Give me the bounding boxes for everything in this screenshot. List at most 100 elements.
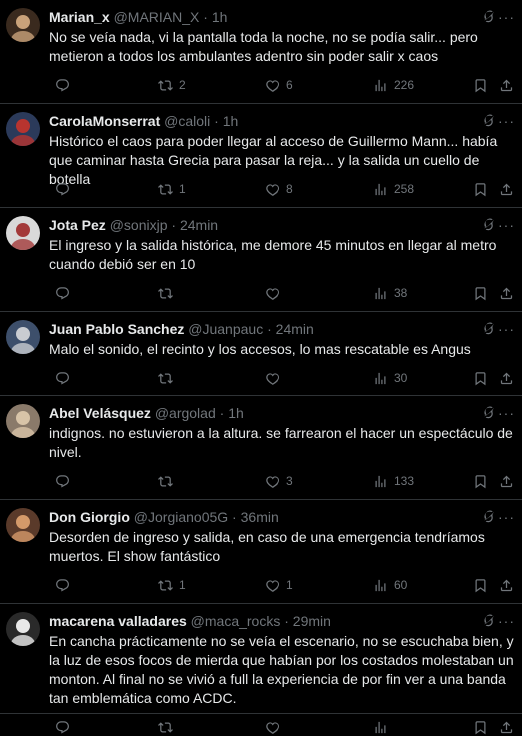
display-name[interactable]: Jota Pez	[49, 217, 106, 233]
more-icon[interactable]: ···	[498, 613, 514, 629]
grok-icon[interactable]	[479, 406, 495, 421]
like-button[interactable]: 3	[259, 472, 293, 490]
display-name[interactable]: Abel Velásquez	[49, 405, 151, 421]
like-button[interactable]	[259, 284, 286, 302]
views-button[interactable]: 226	[367, 76, 414, 94]
bookmark-button[interactable]	[467, 76, 488, 94]
display-name[interactable]: CarolaMonserrat	[49, 113, 160, 129]
username[interactable]: @sonixjp	[110, 217, 168, 233]
share-button[interactable]	[493, 76, 514, 94]
avatar[interactable]	[6, 508, 40, 542]
views-button[interactable]	[367, 718, 394, 736]
like-button-count: 8	[286, 182, 293, 196]
tweet[interactable]: Abel Velásquez @argolad · 1h ··· indignos.…	[0, 396, 522, 500]
like-icon	[265, 286, 280, 301]
avatar[interactable]	[6, 112, 40, 146]
retweet-button[interactable]: 2	[152, 76, 186, 94]
share-button[interactable]	[493, 576, 514, 594]
like-button[interactable]: 8	[259, 180, 293, 198]
action-bar	[49, 718, 514, 736]
reply-button[interactable]	[49, 472, 76, 490]
retweet-button[interactable]: 1	[152, 576, 186, 594]
retweet-button[interactable]	[152, 284, 179, 302]
username[interactable]: @argolad	[155, 405, 216, 421]
reply-button[interactable]	[49, 284, 76, 302]
bookmark-button[interactable]	[467, 369, 488, 387]
like-button-count: 3	[286, 474, 293, 488]
retweet-button[interactable]	[152, 369, 179, 387]
like-button[interactable]: 1	[259, 576, 293, 594]
grok-icon[interactable]	[479, 510, 495, 525]
bookmark-button[interactable]	[467, 576, 488, 594]
reply-button[interactable]	[49, 369, 76, 387]
retweet-button[interactable]	[152, 718, 179, 736]
avatar[interactable]	[6, 404, 40, 438]
tweet-header: Don Giorgio @Jorgiano05G · 36min	[49, 508, 482, 526]
tweet[interactable]: Juan Pablo Sanchez @Juanpauc · 24min ··· M…	[0, 312, 522, 396]
reply-button[interactable]	[49, 180, 76, 198]
grok-icon[interactable]	[479, 322, 495, 337]
share-button[interactable]	[493, 284, 514, 302]
bookmark-icon	[473, 78, 488, 93]
views-button[interactable]: 258	[367, 180, 414, 198]
avatar[interactable]	[6, 216, 40, 250]
timestamp[interactable]: 29min	[293, 613, 331, 629]
timestamp[interactable]: 1h	[212, 9, 228, 25]
more-icon[interactable]: ···	[498, 321, 514, 337]
more-icon[interactable]: ···	[498, 217, 514, 233]
grok-icon[interactable]	[479, 10, 495, 25]
views-button-count: 133	[394, 474, 415, 488]
username[interactable]: @caloli	[164, 113, 210, 129]
timestamp[interactable]: 1h	[223, 113, 239, 129]
timestamp[interactable]: 1h	[228, 405, 244, 421]
bookmark-button[interactable]	[467, 180, 488, 198]
retweet-button[interactable]	[152, 472, 179, 490]
reply-button[interactable]	[49, 76, 76, 94]
display-name[interactable]: Don Giorgio	[49, 509, 130, 525]
views-button[interactable]: 38	[367, 284, 407, 302]
timestamp[interactable]: 24min	[180, 217, 218, 233]
username[interactable]: @maca_rocks	[191, 613, 281, 629]
bookmark-button[interactable]	[467, 472, 488, 490]
more-icon[interactable]: ···	[498, 113, 514, 129]
bookmark-button[interactable]	[467, 284, 488, 302]
views-button[interactable]: 30	[367, 369, 407, 387]
grok-icon[interactable]	[479, 218, 495, 233]
share-icon	[499, 78, 514, 93]
avatar[interactable]	[6, 612, 40, 646]
views-button[interactable]: 133	[367, 472, 414, 490]
display-name[interactable]: macarena valladares	[49, 613, 187, 629]
grok-icon[interactable]	[479, 114, 495, 129]
reply-button[interactable]	[49, 718, 76, 736]
views-button[interactable]: 60	[367, 576, 407, 594]
share-button[interactable]	[493, 369, 514, 387]
like-button[interactable]	[259, 369, 286, 387]
timestamp[interactable]: 36min	[241, 509, 279, 525]
avatar[interactable]	[6, 8, 40, 42]
reply-button[interactable]	[49, 576, 76, 594]
share-button[interactable]	[493, 718, 514, 736]
username[interactable]: @Jorgiano05G	[134, 509, 228, 525]
display-name[interactable]: Marian_x	[49, 9, 110, 25]
username[interactable]: @Juanpauc	[188, 321, 263, 337]
tweet[interactable]: CarolaMonserrat @caloli · 1h ··· Histórico…	[0, 104, 522, 208]
like-button[interactable]	[259, 718, 286, 736]
tweet[interactable]: Don Giorgio @Jorgiano05G · 36min ··· Desor…	[0, 500, 522, 604]
more-icon[interactable]: ···	[498, 509, 514, 525]
more-icon[interactable]: ···	[498, 9, 514, 25]
more-icon[interactable]: ···	[498, 405, 514, 421]
tweet[interactable]: Marian_x @MARIAN_X · 1h ··· No se veía nad…	[0, 0, 522, 104]
avatar[interactable]	[6, 320, 40, 354]
share-button[interactable]	[493, 180, 514, 198]
share-icon	[499, 720, 514, 735]
like-button[interactable]: 6	[259, 76, 293, 94]
tweet[interactable]: Jota Pez @sonixjp · 24min ··· El ingreso y…	[0, 208, 522, 312]
grok-icon[interactable]	[479, 614, 495, 629]
bookmark-button[interactable]	[467, 718, 488, 736]
timestamp[interactable]: 24min	[276, 321, 314, 337]
share-button[interactable]	[493, 472, 514, 490]
retweet-button[interactable]: 1	[152, 180, 186, 198]
tweet[interactable]: macarena valladares @maca_rocks · 29min ·…	[0, 604, 522, 734]
display-name[interactable]: Juan Pablo Sanchez	[49, 321, 184, 337]
username[interactable]: @MARIAN_X	[114, 9, 200, 25]
